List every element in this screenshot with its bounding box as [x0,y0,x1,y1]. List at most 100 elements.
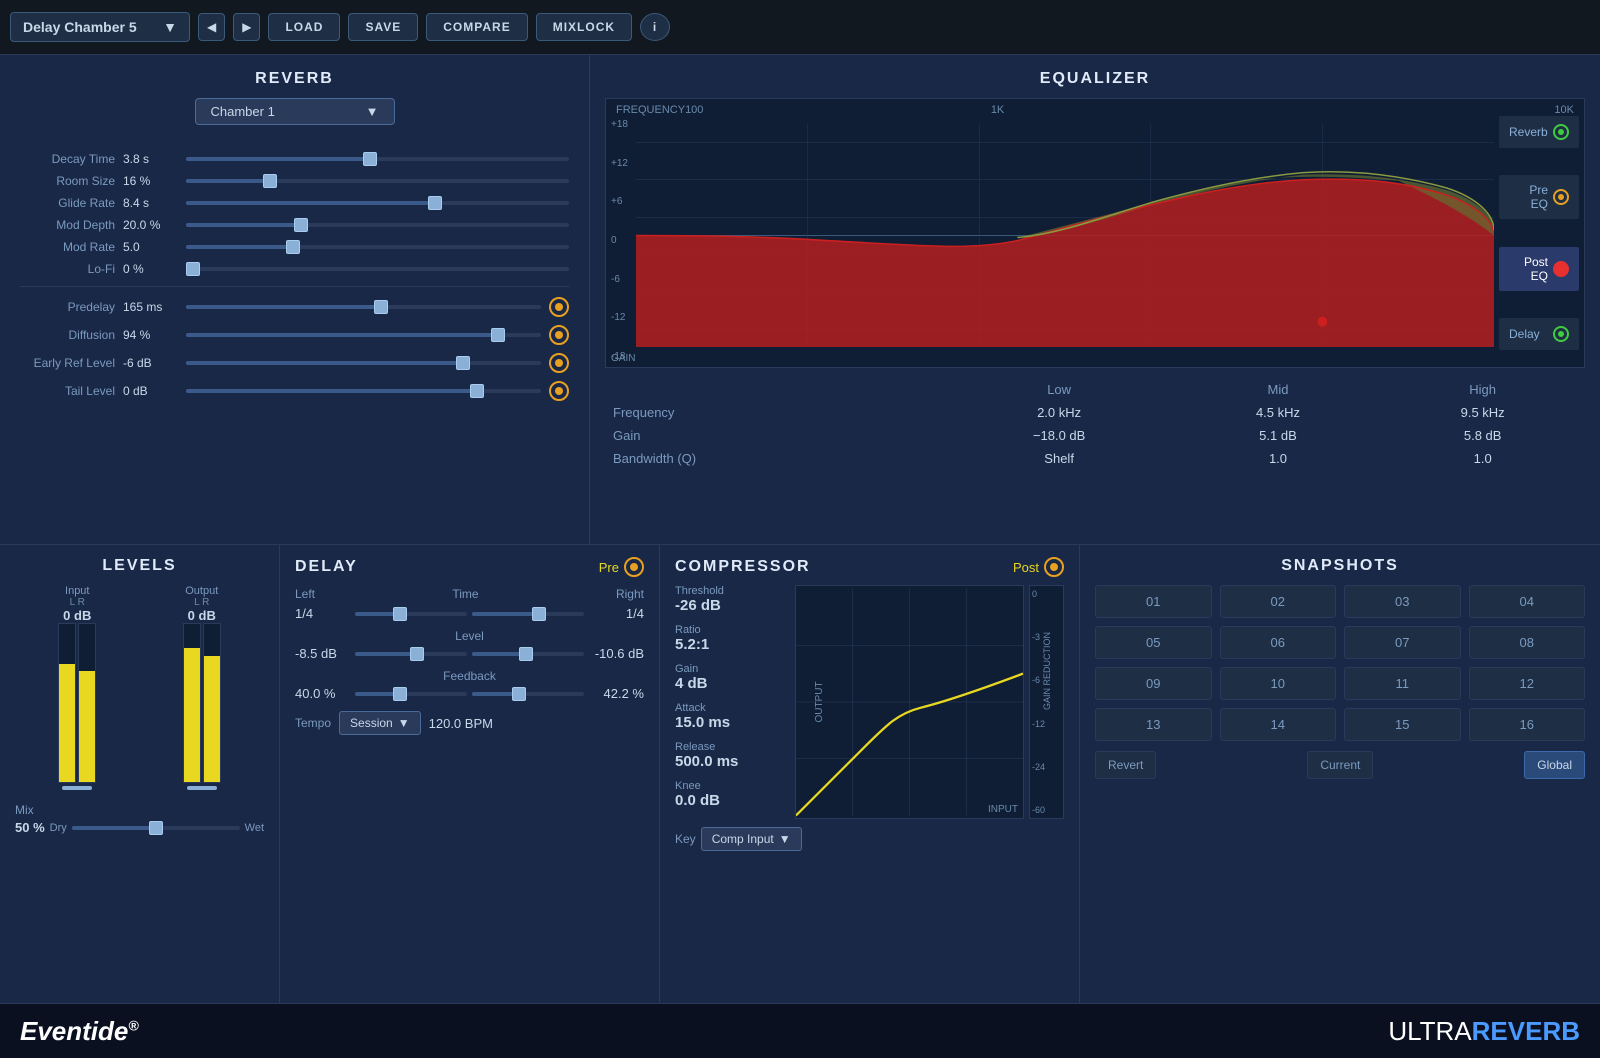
predelay-slider[interactable] [186,305,541,309]
main-area: REVERB Chamber 1 ▼ Decay Time 3.8 s [0,55,1600,1003]
param-glide-rate: Glide Rate 8.4 s [20,196,569,210]
input-fader[interactable] [62,786,92,790]
snapshot-13[interactable]: 13 [1095,708,1212,741]
room-size-slider[interactable] [186,179,569,183]
delay-time-row: 1/4 1/4 [295,606,644,621]
comp-graph: OUTPUT INPUT [795,585,1024,819]
snapshot-01[interactable]: 01 [1095,585,1212,618]
eq-title: EQUALIZER [605,70,1585,88]
snapshot-06[interactable]: 06 [1220,626,1337,659]
delay-right-time-slider[interactable] [472,612,584,616]
output-meter-group: Output L R 0 dB [183,585,221,793]
key-arrow-icon: ▼ [779,832,791,846]
global-button[interactable]: Global [1524,751,1585,779]
snapshot-02[interactable]: 02 [1220,585,1337,618]
gain-label: Gain [675,663,785,675]
revert-button[interactable]: Revert [1095,751,1156,779]
input-meter-bars [58,623,96,783]
snapshot-09[interactable]: 09 [1095,667,1212,700]
time-center-label: Time [452,587,478,601]
snapshot-05[interactable]: 05 [1095,626,1212,659]
delay-left-level-slider[interactable] [355,652,467,656]
comp-power-button[interactable] [1044,557,1064,577]
delay-power-button[interactable] [624,557,644,577]
top-bar: Delay Chamber 5 ▼ ◀ ▶ LOAD SAVE COMPARE … [0,0,1600,55]
earlyref-value: -6 dB [123,356,178,370]
gain-value: 4 dB [675,675,785,692]
mod-depth-slider[interactable] [186,223,569,227]
param-diffusion: Diffusion 94 % [20,325,569,345]
mix-control: 50 % Dry Wet [15,820,264,835]
mod-rate-slider[interactable] [186,245,569,249]
eq-gain-labels: +18 +12 +6 0 -6 -12 -18 [611,99,628,367]
prev-preset-button[interactable]: ◀ [198,13,225,41]
decay-time-value: 3.8 s [123,152,178,166]
glide-rate-slider[interactable] [186,201,569,205]
mixlock-button[interactable]: MIXLOCK [536,13,632,41]
snapshot-03[interactable]: 03 [1344,585,1461,618]
delay-left-feedback: 40.0 % [295,686,350,701]
decay-time-slider[interactable] [186,157,569,161]
next-preset-button[interactable]: ▶ [233,13,260,41]
eq-tab-delay[interactable]: Delay [1499,318,1579,350]
earlyref-slider[interactable] [186,361,541,365]
eq-visualization [636,124,1494,347]
taillevel-power-button[interactable] [549,381,569,401]
tempo-dropdown[interactable]: Session ▼ [339,711,421,735]
eq-tab-preeq[interactable]: Pre EQ [1499,175,1579,219]
snapshot-11[interactable]: 11 [1344,667,1461,700]
input-lr-label: L R [70,597,85,608]
comp-gain: Gain 4 dB [675,663,785,692]
eq-tab-buttons: Reverb Pre EQ Post EQ [1494,99,1584,367]
snapshot-04[interactable]: 04 [1469,585,1586,618]
diffusion-value: 94 % [123,328,178,342]
save-button[interactable]: SAVE [348,13,418,41]
mod-depth-value: 20.0 % [123,218,178,232]
snapshot-15[interactable]: 15 [1344,708,1461,741]
delay-right-feedback-slider[interactable] [472,692,584,696]
tempo-value: Session [350,716,393,730]
snapshot-16[interactable]: 16 [1469,708,1586,741]
eq-tab-reverb[interactable]: Reverb [1499,116,1579,148]
gain-reduction-bar: 0 -3 -6 -12 -24 -60 GAIN REDUCTION [1029,585,1064,819]
compare-button[interactable]: COMPARE [426,13,527,41]
delay-pre-label: Pre [599,560,619,575]
snapshot-12[interactable]: 12 [1469,667,1586,700]
param-mod-depth: Mod Depth 20.0 % [20,218,569,232]
snapshot-07[interactable]: 07 [1344,626,1461,659]
preset-name: Delay Chamber 5 [23,19,137,35]
eq-tab-posteq[interactable]: Post EQ [1499,247,1579,291]
mix-value: 50 % [15,820,45,835]
reverb-title: REVERB [20,70,569,88]
input-meter-group: Input L R 0 dB [58,585,96,793]
output-meter-r [203,623,221,783]
key-dropdown[interactable]: Comp Input ▼ [701,827,802,851]
snapshot-10[interactable]: 10 [1220,667,1337,700]
earlyref-power-button[interactable] [549,353,569,373]
preset-dropdown[interactable]: Delay Chamber 5 ▼ [10,12,190,42]
info-button[interactable]: i [640,13,670,41]
snapshot-08[interactable]: 08 [1469,626,1586,659]
diffusion-slider[interactable] [186,333,541,337]
key-label: Key [675,832,696,846]
delay-left-time-slider[interactable] [355,612,467,616]
snapshot-14[interactable]: 14 [1220,708,1337,741]
delay-left-feedback-slider[interactable] [355,692,467,696]
output-fader[interactable] [187,786,217,790]
reverb-type-dropdown[interactable]: Chamber 1 ▼ [195,98,395,125]
mix-slider[interactable] [72,826,240,830]
glide-rate-label: Glide Rate [20,196,115,210]
mod-rate-value: 5.0 [123,240,178,254]
load-button[interactable]: LOAD [268,13,340,41]
current-button[interactable]: Current [1307,751,1373,779]
eq-preeq-power-icon [1553,189,1569,205]
diffusion-power-button[interactable] [549,325,569,345]
reverb-panel: REVERB Chamber 1 ▼ Decay Time 3.8 s [0,55,590,544]
comp-attack: Attack 15.0 ms [675,702,785,731]
lofi-slider[interactable] [186,267,569,271]
param-earlyref: Early Ref Level -6 dB [20,353,569,373]
attack-label: Attack [675,702,785,714]
delay-right-level-slider[interactable] [472,652,584,656]
predelay-power-button[interactable] [549,297,569,317]
taillevel-slider[interactable] [186,389,541,393]
